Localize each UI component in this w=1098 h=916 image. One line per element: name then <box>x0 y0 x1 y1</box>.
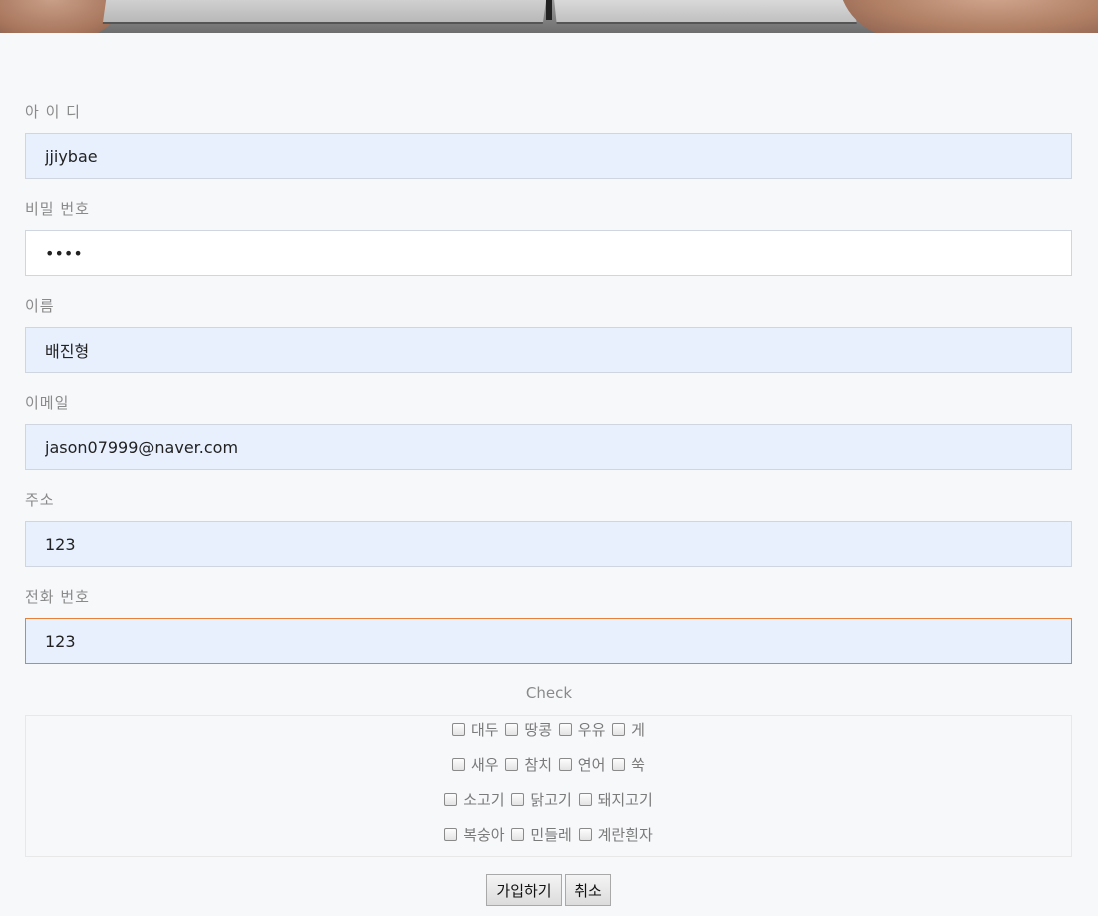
checkbox-item[interactable]: 쑥 <box>612 754 645 775</box>
checkbox-icon[interactable] <box>452 758 465 771</box>
phone-label: 전화 번호 <box>25 588 90 606</box>
checkbox-icon[interactable] <box>505 723 519 736</box>
checkbox-item[interactable]: 게 <box>612 719 645 740</box>
cancel-button[interactable]: 취소 <box>565 874 611 906</box>
checkbox-row: 소고기 닭고기 돼지고기 <box>26 789 1071 811</box>
checkbox-item[interactable]: 연어 <box>558 754 606 775</box>
email-label: 이메일 <box>25 394 70 412</box>
id-input[interactable] <box>25 133 1072 179</box>
password-label: 비밀 번호 <box>25 200 90 218</box>
checkbox-icon[interactable] <box>511 828 525 841</box>
banner-book-page-left <box>102 0 548 24</box>
checkbox-item[interactable]: 돼지고기 <box>578 789 653 810</box>
checkbox-icon[interactable] <box>612 723 626 736</box>
checkbox-label: 참치 <box>524 756 552 774</box>
checkbox-label: 대두 <box>471 721 499 739</box>
checkbox-item[interactable]: 닭고기 <box>511 789 572 810</box>
checkbox-item[interactable]: 대두 <box>452 719 499 740</box>
checkbox-icon[interactable] <box>578 793 592 806</box>
address-label: 주소 <box>25 491 55 509</box>
checkbox-label: 계란흰자 <box>597 826 653 844</box>
id-label: 아 이 디 <box>25 103 81 121</box>
checkbox-label: 민들레 <box>530 826 572 844</box>
checkbox-icon[interactable] <box>511 793 525 806</box>
checkbox-label: 돼지고기 <box>597 791 653 809</box>
checkbox-label: 닭고기 <box>530 791 572 809</box>
checkbox-item[interactable]: 우유 <box>558 719 606 740</box>
checkbox-label: 쑥 <box>631 756 645 774</box>
password-input[interactable] <box>25 230 1072 276</box>
checkbox-item[interactable]: 참치 <box>505 754 552 775</box>
email-input[interactable] <box>25 424 1072 470</box>
checkbox-label: 우유 <box>577 721 606 739</box>
banner-hand-right <box>838 0 1098 33</box>
checkbox-item[interactable]: 민들레 <box>511 824 572 845</box>
checkbox-row: 복숭아 민들레 계란흰자 <box>26 824 1071 846</box>
checkbox-label: 소고기 <box>463 791 505 809</box>
checkbox-row: 대두 땅콩 우유 게 <box>26 719 1071 741</box>
checkbox-label: 복숭아 <box>463 826 505 844</box>
checkbox-item[interactable]: 계란흰자 <box>578 824 653 845</box>
checkbox-item[interactable]: 소고기 <box>444 789 505 810</box>
name-input[interactable] <box>25 327 1072 373</box>
checkbox-icon[interactable] <box>444 793 458 806</box>
header-banner-image <box>0 0 1098 33</box>
checkbox-item[interactable]: 땅콩 <box>505 719 552 740</box>
submit-button[interactable]: 가입하기 <box>486 874 562 906</box>
check-title: Check <box>525 684 573 702</box>
checkbox-item[interactable]: 새우 <box>452 754 499 775</box>
address-input[interactable] <box>25 521 1072 567</box>
checkbox-label: 연어 <box>577 756 606 774</box>
checkbox-label: 땅콩 <box>524 721 552 739</box>
allergy-checkbox-group: 대두 땅콩 우유 게 새우 참치 연어 쑥 소고기 닭고기 돼지고기 복숭아 민… <box>25 715 1072 857</box>
checkbox-icon[interactable] <box>505 758 519 771</box>
checkbox-label: 게 <box>631 721 645 739</box>
banner-book-spine <box>546 0 552 20</box>
checkbox-icon[interactable] <box>578 828 592 841</box>
checkbox-icon[interactable] <box>558 758 572 771</box>
checkbox-icon[interactable] <box>444 828 458 841</box>
banner-book-page-right <box>553 0 857 24</box>
checkbox-icon[interactable] <box>558 723 572 736</box>
name-label: 이름 <box>25 297 55 315</box>
checkbox-icon[interactable] <box>452 723 465 736</box>
checkbox-icon[interactable] <box>612 758 626 771</box>
checkbox-row: 새우 참치 연어 쑥 <box>26 754 1071 776</box>
phone-input[interactable] <box>25 618 1072 664</box>
checkbox-label: 새우 <box>471 756 499 774</box>
checkbox-item[interactable]: 복숭아 <box>444 824 505 845</box>
